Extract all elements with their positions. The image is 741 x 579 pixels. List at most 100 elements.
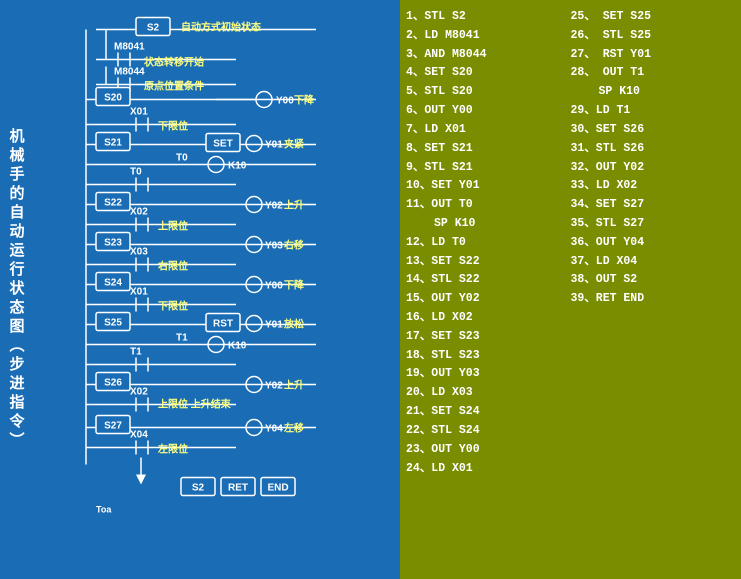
- svg-text:S27: S27: [104, 421, 122, 432]
- instr-line: 2、LD M8041: [406, 27, 571, 45]
- svg-text:S22: S22: [104, 198, 122, 209]
- svg-text:M8041: M8041: [114, 42, 145, 53]
- instr-line: 38、OUT S2: [571, 271, 736, 289]
- svg-text:S20: S20: [104, 93, 122, 104]
- svg-text:Y00: Y00: [265, 281, 283, 292]
- svg-text:S2: S2: [147, 23, 160, 34]
- instr-line: 31、STL S26: [571, 140, 736, 158]
- svg-text:上限位 上升结束: 上限位 上升结束: [158, 398, 232, 411]
- svg-text:RET: RET: [228, 483, 248, 494]
- svg-text:右限位: 右限位: [157, 260, 188, 273]
- svg-text:S23: S23: [104, 238, 122, 249]
- svg-text:X02: X02: [130, 387, 148, 398]
- instr-line: 28、 OUT T1: [571, 64, 736, 82]
- instr-line: 19、OUT Y03: [406, 365, 571, 383]
- svg-text:T0: T0: [130, 167, 142, 178]
- instr-line: 15、OUT Y02: [406, 290, 571, 308]
- svg-text:Y02: Y02: [265, 201, 283, 212]
- svg-text:下降: 下降: [284, 279, 305, 292]
- instr-line: 12、LD T0: [406, 234, 571, 252]
- svg-text:S25: S25: [104, 318, 122, 329]
- instruction-col-1: 1、STL S22、LD M80413、AND M80444、SET S205、…: [406, 8, 571, 571]
- instr-line: 3、AND M8044: [406, 46, 571, 64]
- instr-line: 21、SET S24: [406, 403, 571, 421]
- svg-text:Y03: Y03: [265, 241, 283, 252]
- instr-line: 6、OUT Y00: [406, 102, 571, 120]
- instr-line: 23、OUT Y00: [406, 441, 571, 459]
- instr-line: 24、LD X01: [406, 460, 571, 478]
- svg-text:X01: X01: [130, 287, 148, 298]
- instr-line: 33、LD X02: [571, 177, 736, 195]
- ladder-diagram: text { fill: white; font-family: "SimHei…: [36, 8, 396, 571]
- instr-line: 20、LD X03: [406, 384, 571, 402]
- instr-line: 25、 SET S25: [571, 8, 736, 26]
- svg-text:夹紧: 夹紧: [284, 138, 304, 151]
- svg-text:RST: RST: [213, 319, 233, 330]
- instr-line: 5、STL S20: [406, 83, 571, 101]
- right-panel: 1、STL S22、LD M80413、AND M80444、SET S205、…: [400, 0, 741, 579]
- svg-text:T0: T0: [176, 153, 188, 164]
- svg-text:Y04: Y04: [265, 424, 283, 435]
- instr-line: 17、SET S23: [406, 328, 571, 346]
- svg-text:X04: X04: [130, 430, 148, 441]
- svg-text:S24: S24: [104, 278, 122, 289]
- svg-text:左限位: 左限位: [157, 443, 188, 456]
- svg-text:原点位置条件: 原点位置条件: [144, 80, 204, 93]
- instruction-columns: 1、STL S22、LD M80413、AND M80444、SET S205、…: [406, 8, 735, 571]
- instr-line: 36、OUT Y04: [571, 234, 736, 252]
- svg-text:Y02: Y02: [265, 381, 283, 392]
- svg-text:Y01: Y01: [265, 320, 283, 331]
- instr-line: SP K10: [571, 83, 736, 101]
- svg-text:Y01: Y01: [265, 140, 283, 151]
- svg-text:Toa: Toa: [96, 505, 112, 515]
- instr-line: 30、SET S26: [571, 121, 736, 139]
- svg-text:S2: S2: [192, 483, 205, 494]
- svg-text:左移: 左移: [283, 422, 304, 435]
- svg-text:K10: K10: [228, 341, 247, 352]
- svg-text:SET: SET: [213, 139, 232, 150]
- instr-line: 11、OUT T0: [406, 196, 571, 214]
- instr-line: 29、LD T1: [571, 102, 736, 120]
- instr-line: 10、SET Y01: [406, 177, 571, 195]
- svg-text:S26: S26: [104, 378, 122, 389]
- instr-line: 16、LD X02: [406, 309, 571, 327]
- svg-text:上升: 上升: [284, 379, 304, 392]
- svg-text:K10: K10: [228, 161, 247, 172]
- instr-line: 13、SET S22: [406, 253, 571, 271]
- instr-line: 22、STL S24: [406, 422, 571, 440]
- instr-line: 35、STL S27: [571, 215, 736, 233]
- svg-text:Y00: Y00: [276, 96, 294, 107]
- svg-text:上限位: 上限位: [158, 220, 188, 233]
- svg-text:X01: X01: [130, 107, 148, 118]
- vertical-title: 机械手的自动运行状态图（步进指令）: [0, 0, 32, 579]
- instr-line: 39、RET END: [571, 290, 736, 308]
- instr-line: SP K10: [406, 215, 571, 233]
- instr-line: 26、 STL S25: [571, 27, 736, 45]
- svg-text:右移: 右移: [283, 239, 304, 252]
- left-panel: 机械手的自动运行状态图（步进指令） text { fill: white; fo…: [0, 0, 400, 579]
- instr-line: 37、LD X04: [571, 253, 736, 271]
- instr-line: 18、STL S23: [406, 347, 571, 365]
- instr-line: 9、STL S21: [406, 159, 571, 177]
- svg-text:END: END: [267, 483, 288, 494]
- ladder-area: text { fill: white; font-family: "SimHei…: [32, 0, 400, 579]
- instr-line: 27、 RST Y01: [571, 46, 736, 64]
- svg-text:状态转移开始: 状态转移开始: [144, 56, 204, 69]
- svg-text:S21: S21: [104, 138, 122, 149]
- svg-text:下降: 下降: [294, 94, 315, 107]
- instr-line: 34、SET S27: [571, 196, 736, 214]
- svg-text:T1: T1: [176, 333, 188, 344]
- instruction-col-2: 25、 SET S2526、 STL S2527、 RST Y0128、 OUT…: [571, 8, 736, 571]
- instr-line: 7、LD X01: [406, 121, 571, 139]
- svg-text:自动方式初始状态: 自动方式初始状态: [181, 21, 261, 34]
- instr-line: 8、SET S21: [406, 140, 571, 158]
- svg-text:上升: 上升: [284, 199, 304, 212]
- instr-line: 4、SET S20: [406, 64, 571, 82]
- instr-line: 1、STL S2: [406, 8, 571, 26]
- svg-text:X03: X03: [130, 247, 148, 258]
- svg-text:放松: 放松: [283, 318, 304, 331]
- instr-line: 32、OUT Y02: [571, 159, 736, 177]
- svg-text:X02: X02: [130, 207, 148, 218]
- svg-text:M8044: M8044: [114, 67, 145, 78]
- svg-text:下限位: 下限位: [158, 300, 188, 313]
